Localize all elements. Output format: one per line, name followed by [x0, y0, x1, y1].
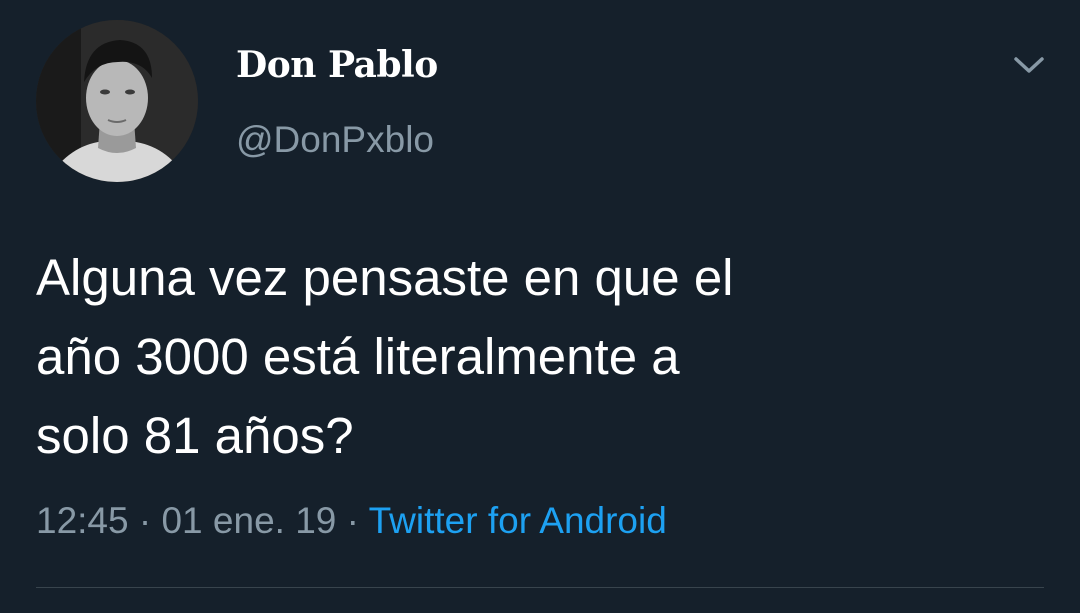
- meta-separator: ·: [346, 500, 359, 541]
- chevron-down-icon[interactable]: [1008, 50, 1050, 82]
- tweet-text: Alguna vez pensaste en que el año 3000 e…: [36, 249, 734, 464]
- display-name[interactable]: Don Pablo: [236, 44, 438, 86]
- tweet-date[interactable]: 01 ene. 19: [161, 500, 336, 541]
- avatar[interactable]: [36, 20, 198, 182]
- user-handle[interactable]: @DonPxblo: [236, 119, 434, 161]
- tweet-meta: 12:45 · 01 ene. 19 · Twitter for Android: [36, 500, 667, 542]
- meta-separator: ·: [138, 500, 152, 541]
- tweet-card: Don Pablo @DonPxblo Alguna vez pensaste …: [0, 0, 1080, 613]
- profile-photo-icon: [36, 20, 198, 182]
- tweet-source-link[interactable]: Twitter for Android: [369, 500, 667, 541]
- tweet-time[interactable]: 12:45: [36, 500, 129, 541]
- divider: [36, 587, 1044, 588]
